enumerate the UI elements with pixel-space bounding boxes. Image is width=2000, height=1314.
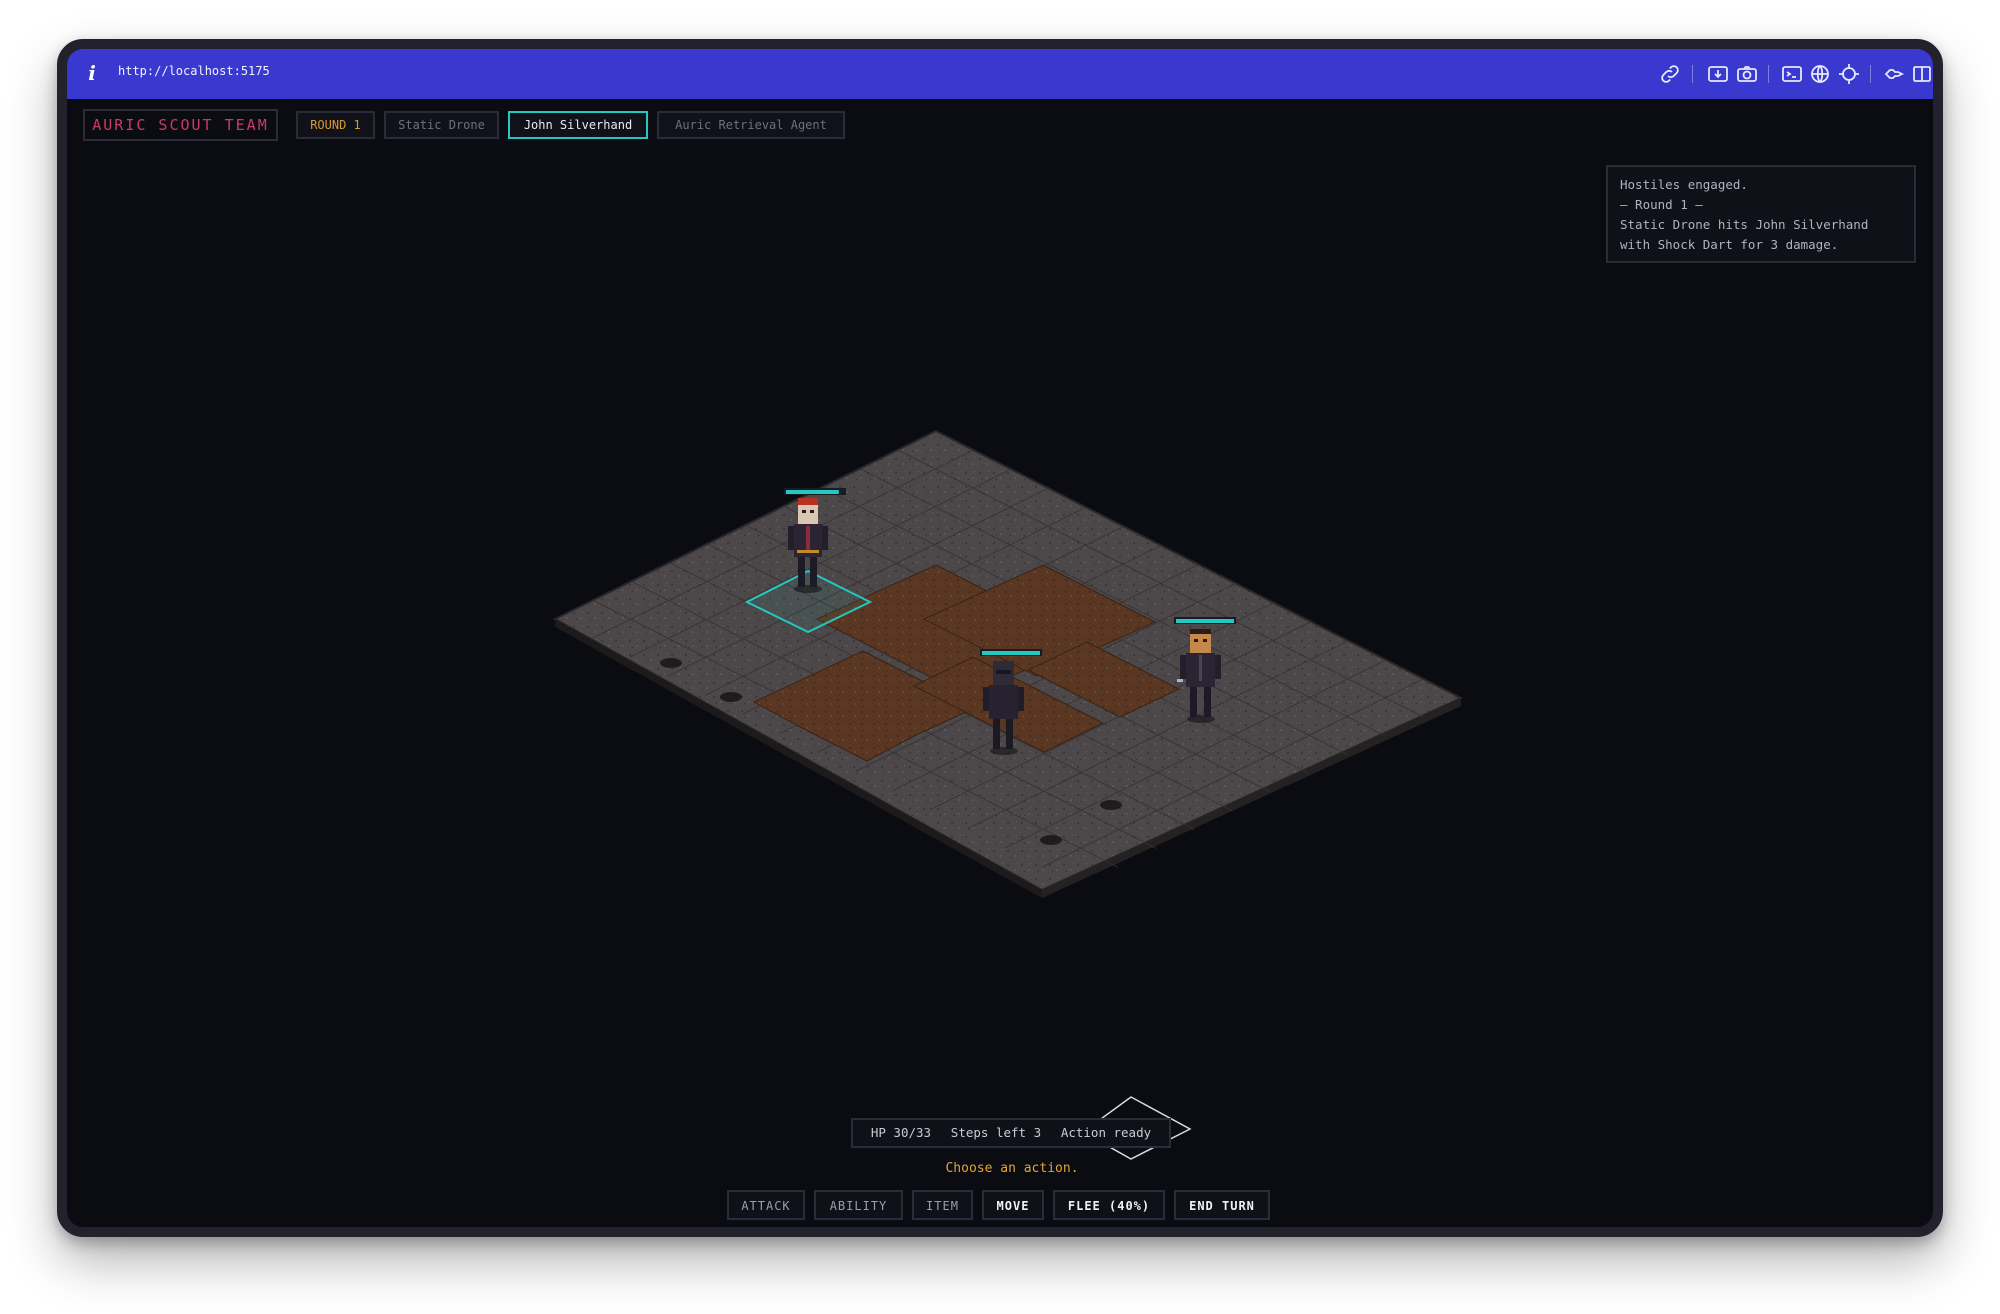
unit-hp-fill — [1176, 619, 1234, 623]
item-button[interactable]: ITEM — [912, 1190, 973, 1220]
unit-hp-fill — [982, 651, 1040, 655]
steps-readout: Steps left 3 — [950, 1125, 1042, 1140]
attack-button[interactable]: ATTACK — [727, 1190, 805, 1220]
unit-hp-fill — [786, 490, 839, 494]
end-turn-button[interactable]: END TURN — [1174, 1190, 1270, 1220]
hp-readout: HP 30/33 — [870, 1125, 932, 1140]
move-button[interactable]: MOVE — [982, 1190, 1044, 1220]
action-readout: Action ready — [1060, 1125, 1152, 1140]
unit-status-bar: HP 30/33 Steps left 3 Action ready — [851, 1118, 1171, 1148]
floor-stain — [1040, 835, 1062, 845]
action-prompt: Choose an action. — [945, 1161, 1079, 1176]
battle-map[interactable] — [67, 49, 1933, 1227]
floor-stain — [720, 692, 742, 702]
floor-stain — [1100, 800, 1122, 810]
app-window: i http://localhost:5175 AURIC SCOUT TEAM… — [57, 39, 1943, 1237]
flee-button[interactable]: FLEE (40%) — [1053, 1190, 1165, 1220]
floor-stain — [660, 658, 682, 668]
ability-button[interactable]: ABILITY — [814, 1190, 903, 1220]
